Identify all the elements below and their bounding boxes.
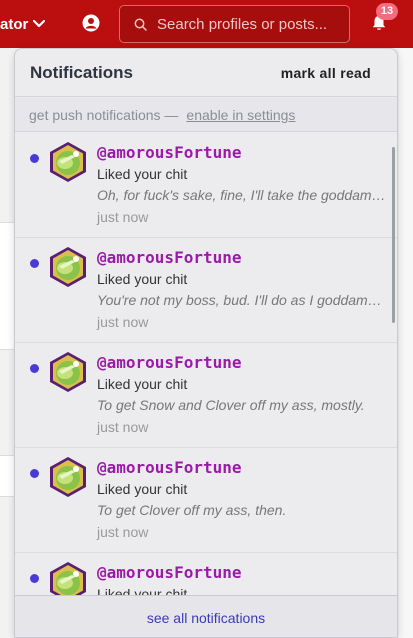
notification-time: just now [97, 419, 149, 435]
scrollbar[interactable] [392, 147, 395, 323]
push-notifications-bar: get push notifications — enable in setti… [15, 98, 397, 132]
notification-item[interactable]: @amorousFortune Liked your chit Oh, for … [15, 133, 397, 238]
top-bar: ator 13 [0, 0, 413, 48]
notification-handle[interactable]: @amorousFortune [97, 563, 242, 582]
background-card [0, 222, 14, 350]
unread-dot [30, 574, 39, 583]
unread-dot [30, 259, 39, 268]
enable-in-settings-link[interactable]: enable in settings [186, 107, 295, 123]
notification-handle[interactable]: @amorousFortune [97, 248, 242, 267]
notification-snippet: You're not my boss, bud. I'll do as I go… [97, 292, 387, 308]
avatar[interactable] [48, 561, 88, 595]
notification-handle[interactable]: @amorousFortune [97, 143, 242, 162]
notification-handle[interactable]: @amorousFortune [97, 458, 242, 477]
notification-action: Liked your chit [97, 166, 188, 182]
notification-action: Liked your chit [97, 586, 188, 595]
see-all-notifications-link[interactable]: see all notifications [147, 610, 265, 626]
user-menu-label: ator [0, 15, 29, 33]
avatar[interactable] [48, 141, 88, 183]
search-icon [134, 18, 147, 31]
avatar[interactable] [48, 246, 88, 288]
notification-snippet: To get Snow and Clover off my ass, mostl… [97, 397, 365, 413]
notification-time: just now [97, 209, 149, 225]
notification-item[interactable]: @amorousFortune Liked your chit You're n… [15, 238, 397, 343]
notification-time: just now [97, 314, 149, 330]
notification-action: Liked your chit [97, 376, 188, 392]
panel-title: Notifications [30, 62, 133, 82]
notification-item[interactable]: @amorousFortune Liked your chit [15, 553, 397, 595]
notification-item[interactable]: @amorousFortune Liked your chit To get C… [15, 448, 397, 553]
panel-header: Notifications mark all read [15, 49, 397, 97]
chevron-down-icon [33, 19, 46, 28]
notification-time: just now [97, 524, 149, 540]
notification-action: Liked your chit [97, 271, 188, 287]
notification-list: @amorousFortune Liked your chit Oh, for … [15, 133, 397, 595]
unread-dot [30, 154, 39, 163]
panel-footer: see all notifications [15, 595, 397, 637]
notification-snippet: To get Clover off my ass, then. [97, 502, 287, 518]
notification-item[interactable]: @amorousFortune Liked your chit To get S… [15, 343, 397, 448]
push-text: get push notifications — [29, 106, 179, 123]
background-column [399, 48, 413, 638]
unread-dot [30, 364, 39, 373]
profile-icon[interactable] [82, 14, 100, 32]
avatar[interactable] [48, 456, 88, 498]
search-input[interactable] [157, 15, 337, 33]
notification-handle[interactable]: @amorousFortune [97, 353, 242, 372]
user-menu[interactable]: ator [0, 14, 46, 34]
avatar[interactable] [48, 351, 88, 393]
notification-action: Liked your chit [97, 481, 188, 497]
unread-dot [30, 469, 39, 478]
background-card [0, 455, 14, 497]
search-box[interactable] [119, 5, 350, 43]
notification-snippet: Oh, for fuck's sake, fine, I'll take the… [97, 187, 387, 203]
notification-count-badge: 13 [376, 3, 398, 20]
notifications-panel: Notifications mark all read get push not… [14, 48, 398, 638]
mark-all-read-button[interactable]: mark all read [281, 65, 371, 81]
